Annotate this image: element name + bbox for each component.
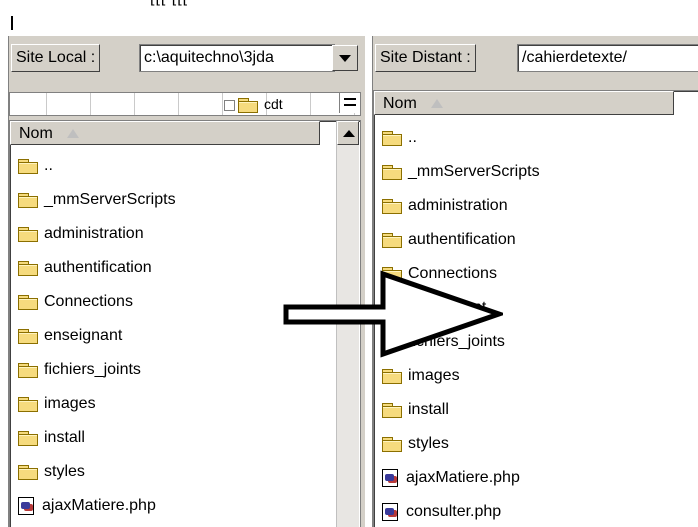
list-item[interactable]: fichiers_joints [18, 353, 176, 387]
list-item-label: administration [408, 197, 508, 214]
list-item[interactable]: consulter.php [382, 495, 540, 527]
folder-icon [18, 465, 38, 480]
folder-icon [382, 437, 402, 452]
folder-icon [18, 159, 38, 174]
list-item[interactable]: administration [18, 217, 176, 251]
folder-icon [18, 329, 38, 344]
expand-icon[interactable] [224, 99, 235, 111]
folder-icon [382, 233, 402, 248]
remote-name-column-header[interactable]: Nom [374, 91, 674, 115]
list-item-label: administration [44, 225, 144, 242]
folder-icon [18, 227, 38, 242]
folder-icon [18, 363, 38, 378]
folder-icon [18, 397, 38, 412]
top-strip: [[[ [[[ [0, 0, 698, 32]
list-item-label: styles [44, 463, 85, 480]
folder-icon [18, 261, 38, 276]
local-path-dropdown-button[interactable] [332, 45, 358, 71]
list-item-label: _mmServerScripts [408, 163, 540, 180]
local-site-bar: Site Local : c:\aquitechno\3jda [9, 42, 365, 72]
folder-icon [238, 98, 258, 114]
list-item[interactable]: administration [382, 189, 540, 223]
list-item[interactable]: images [18, 387, 176, 421]
folder-icon [18, 193, 38, 208]
list-item-label: ajaxMatiere.php [42, 497, 156, 514]
list-item[interactable]: styles [18, 455, 176, 489]
list-item-label: _mmServerScripts [44, 191, 176, 208]
tree-node-cdt[interactable]: cdt [224, 96, 283, 114]
list-item[interactable]: authentification [382, 223, 540, 257]
clipped-header-text: [[[ [[[ [150, 0, 188, 7]
list-item-label: enseignant [44, 327, 123, 344]
list-item-label: consulter.php [406, 503, 502, 520]
text-cursor [11, 16, 13, 30]
list-item[interactable]: _mmServerScripts [382, 155, 540, 189]
tree-guides [10, 93, 360, 115]
remote-site-label: Site Distant : [375, 44, 476, 72]
scroll-up-button[interactable] [337, 121, 359, 145]
list-item-label: .. [44, 157, 53, 174]
list-item-label: images [44, 395, 96, 412]
list-item[interactable]: Connections [18, 285, 176, 319]
folder-icon [382, 403, 402, 418]
php-file-icon [18, 497, 34, 515]
local-site-label: Site Local : [11, 44, 101, 72]
list-item[interactable]: authentification [18, 251, 176, 285]
folder-icon [382, 131, 402, 146]
php-file-icon [382, 503, 398, 521]
list-item-label: install [408, 401, 449, 418]
local-path-field[interactable]: c:\aquitechno\3jda [139, 44, 335, 72]
list-item[interactable]: install [18, 421, 176, 455]
list-item-label: fichiers_joints [44, 361, 141, 378]
remote-site-bar: Site Distant : /cahierdetexte/ [373, 42, 698, 72]
local-folder-tree[interactable]: cdt [9, 92, 361, 116]
column-header-label: Nom [383, 95, 417, 112]
list-item[interactable]: enseignant [18, 319, 176, 353]
sort-ascending-icon [430, 99, 443, 109]
local-name-column-header[interactable]: Nom [10, 121, 320, 145]
tree-scroll-handle[interactable] [339, 93, 360, 113]
list-item-label: authentification [408, 231, 516, 248]
folder-icon [18, 431, 38, 446]
folder-icon [382, 199, 402, 214]
folder-icon [18, 295, 38, 310]
list-item[interactable]: _mmServerScripts [18, 183, 176, 217]
list-item[interactable]: styles [382, 427, 540, 461]
list-item[interactable]: ajaxMatiere.php [382, 461, 540, 495]
right-arrow-icon [283, 270, 503, 358]
column-header-label: Nom [19, 125, 53, 142]
php-file-icon [382, 469, 398, 487]
list-item[interactable]: .. [382, 121, 540, 155]
local-rows: .. _mmServerScripts administration authenti… [18, 149, 176, 523]
list-item-label: styles [408, 435, 449, 452]
list-item-label: Connections [44, 293, 133, 310]
sort-ascending-icon [66, 129, 79, 139]
remote-path-field[interactable]: /cahierdetexte/ [517, 44, 698, 72]
list-item[interactable]: ajaxMatiere.php [18, 489, 176, 523]
tree-node-label: cdt [264, 96, 283, 112]
list-item-label: .. [408, 129, 417, 146]
list-item-label: authentification [44, 259, 152, 276]
list-item[interactable]: install [382, 393, 540, 427]
list-item[interactable]: .. [18, 149, 176, 183]
list-item-label: ajaxMatiere.php [406, 469, 520, 486]
list-item-label: install [44, 429, 85, 446]
folder-icon [382, 165, 402, 180]
